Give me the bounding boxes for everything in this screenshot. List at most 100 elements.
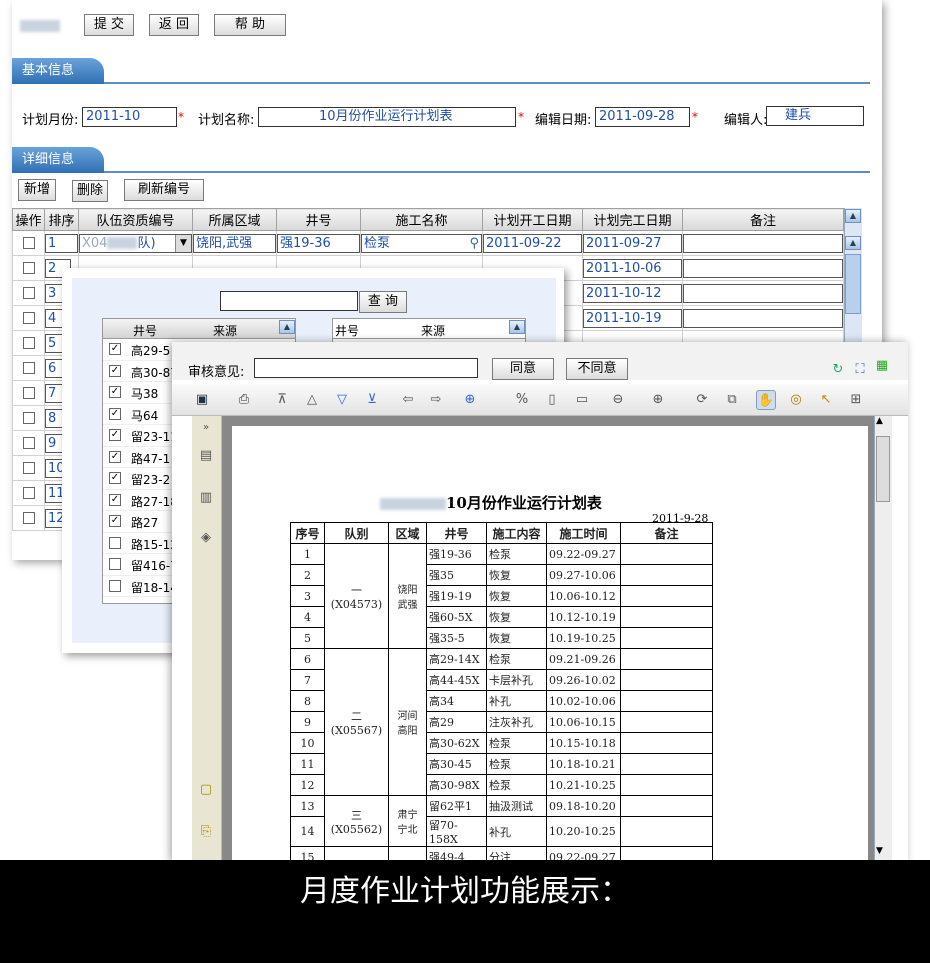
agree-button[interactable]: 同意 <box>492 358 554 380</box>
month-input[interactable]: 2011-10 <box>82 107 177 127</box>
add-button[interactable]: 新增 <box>18 179 56 201</box>
well-checkbox[interactable]: ✓ <box>109 472 121 484</box>
well-checkbox[interactable]: ✓ <box>109 407 121 420</box>
zoom-in-icon[interactable]: ⊕ <box>460 390 480 410</box>
editor-input[interactable]: 建兵 <box>766 106 864 126</box>
rotate-icon[interactable]: ⟳ <box>692 390 712 410</box>
row-checkbox[interactable] <box>22 412 35 424</box>
forward-arrow-icon[interactable]: ⇨ <box>426 390 446 410</box>
area-input[interactable]: 饶阳,武强 <box>193 233 276 253</box>
well-checkbox[interactable]: ✓ <box>109 386 121 398</box>
team-select[interactable]: X04 队) ▼ <box>79 233 192 253</box>
start-date-input[interactable]: 2011-09-22 <box>483 233 582 253</box>
well-search-input[interactable] <box>220 291 358 311</box>
attachment-icon[interactable]: ⎘ <box>196 822 216 842</box>
zoom-plus-icon[interactable]: ⊕ <box>648 390 668 410</box>
end-date-input[interactable]: 2011-09-27 <box>583 233 682 253</box>
row-checkbox[interactable] <box>22 387 35 399</box>
actual-size-icon[interactable]: % <box>512 390 532 410</box>
table-row: 1 一 (X04573) 饶阳 武强 强19-36 检泵 09.22-09.27 <box>290 543 713 649</box>
end-date-input[interactable]: 2011-10-19 <box>583 308 682 328</box>
work-input[interactable]: 检泵 ⚲ <box>361 233 482 253</box>
well-checkbox[interactable]: ✓ <box>109 429 121 441</box>
end-date-input[interactable]: 2011-10-12 <box>583 283 682 303</box>
next-page-icon[interactable]: ▽ <box>332 390 352 410</box>
well-checkbox[interactable]: ✓ <box>109 343 121 355</box>
search-icon[interactable]: ⚲ <box>469 235 479 252</box>
scroll-up-icon[interactable]: ▲ <box>509 320 525 334</box>
back-button[interactable]: 返 回 <box>149 14 199 36</box>
row-checkbox[interactable] <box>22 437 35 449</box>
hand-tool-icon[interactable]: ✋ <box>756 390 776 410</box>
excel-icon[interactable]: ▦ <box>872 356 892 376</box>
seq-input[interactable]: 1 <box>45 233 78 253</box>
scroll-down-icon[interactable]: ▼ <box>876 846 883 856</box>
row-checkbox[interactable] <box>22 337 35 349</box>
opinion-input[interactable] <box>254 358 478 378</box>
last-page-icon[interactable]: ⊻ <box>362 390 382 410</box>
fit-page-icon[interactable]: ▯ <box>542 390 562 410</box>
thumbnails-icon[interactable]: ▥ <box>196 488 216 508</box>
row-checkbox[interactable] <box>22 512 35 524</box>
well-checkbox[interactable] <box>109 536 121 549</box>
prev-page-icon[interactable]: △ <box>302 390 322 410</box>
fit-width-icon[interactable]: ▭ <box>572 390 592 410</box>
help-button[interactable]: 帮 助 <box>214 14 286 36</box>
blurred-button[interactable] <box>12 15 68 37</box>
well-name: 高30-87 <box>131 365 178 380</box>
row-checkbox[interactable] <box>22 462 35 474</box>
row-checkbox[interactable] <box>22 262 35 274</box>
well-checkbox[interactable] <box>109 558 121 570</box>
fullscreen-icon[interactable]: ⛶ <box>850 360 870 380</box>
scroll-thumb[interactable] <box>876 436 890 502</box>
edit-date-input[interactable]: 2011-09-28 <box>595 107 690 127</box>
first-page-icon[interactable]: ⊼ <box>272 390 292 410</box>
scroll-up-icon[interactable]: ▲ <box>845 236 861 250</box>
scroll-thumb[interactable] <box>845 254 861 314</box>
print-icon[interactable]: ⎙ <box>234 390 254 410</box>
end-date-input[interactable]: 2011-10-06 <box>583 258 682 278</box>
scroll-up-icon[interactable]: ▲ <box>279 320 295 334</box>
remark-input[interactable] <box>683 283 843 303</box>
plan-name-input[interactable]: 10月份作业运行计划表 <box>258 107 516 127</box>
zoom-out-icon[interactable]: ⊖ <box>608 390 628 410</box>
pages-icon[interactable]: ⧉ <box>722 390 742 410</box>
scroll-up-icon[interactable]: ▲ <box>876 416 883 426</box>
submit-button[interactable]: 提 交 <box>84 14 134 36</box>
disagree-button[interactable]: 不同意 <box>566 358 628 380</box>
bookmark-icon[interactable]: ▤ <box>196 446 216 466</box>
pdf-scrollbar[interactable]: ▲ ▼ <box>874 416 892 862</box>
chevron-down-icon[interactable]: ▼ <box>175 234 191 252</box>
row-checkbox[interactable] <box>22 487 35 499</box>
remark-input[interactable] <box>683 258 843 278</box>
well-input[interactable]: 强19-36 <box>277 233 360 253</box>
back-arrow-icon[interactable]: ⇦ <box>398 390 418 410</box>
well-checkbox[interactable]: ✓ <box>109 450 121 463</box>
layers-icon[interactable]: ◈ <box>196 528 216 548</box>
query-button[interactable]: 查 询 <box>359 291 407 313</box>
glasses-icon[interactable]: ◎ <box>786 390 806 410</box>
comments-icon[interactable]: ▢ <box>196 780 216 800</box>
doc-cell: 高34 <box>426 690 487 712</box>
remark-input[interactable] <box>683 308 843 328</box>
expand-icon[interactable]: » <box>196 418 216 438</box>
well-checkbox[interactable]: ✓ <box>109 493 121 506</box>
well-checkbox[interactable]: ✓ <box>109 515 121 527</box>
grid-header: 所属区域 <box>192 208 277 231</box>
refresh-icon[interactable]: ↻ <box>828 360 848 380</box>
remark-input[interactable] <box>683 233 843 253</box>
row-checkbox[interactable] <box>22 312 35 324</box>
well-checkbox[interactable] <box>109 579 121 592</box>
row-checkbox[interactable] <box>22 362 35 374</box>
row-checkbox[interactable] <box>22 287 35 299</box>
select-arrow-icon[interactable]: ↖ <box>816 390 836 410</box>
delete-button[interactable]: 删除 <box>72 180 108 202</box>
row-checkbox[interactable] <box>22 237 35 249</box>
pdf-viewer-window: 审核意见: 同意 不同意 ↻ ⛶ ▦ ▣ ⎙ ⊼ △ ▽ ⊻ ⇦ ⇨ ⊕ % ▯… <box>172 342 908 862</box>
scroll-up-icon[interactable]: ▲ <box>845 209 861 223</box>
save-icon[interactable]: ▣ <box>192 390 212 410</box>
pdf-page: 10月份作业运行计划表 2011-9-28 序号 队别 区域 井号 施工内容 施… <box>232 426 868 862</box>
book-icon[interactable]: ⊞ <box>846 390 866 410</box>
well-checkbox[interactable]: ✓ <box>109 364 121 377</box>
refresh-number-button[interactable]: 刷新编号 <box>124 179 204 201</box>
